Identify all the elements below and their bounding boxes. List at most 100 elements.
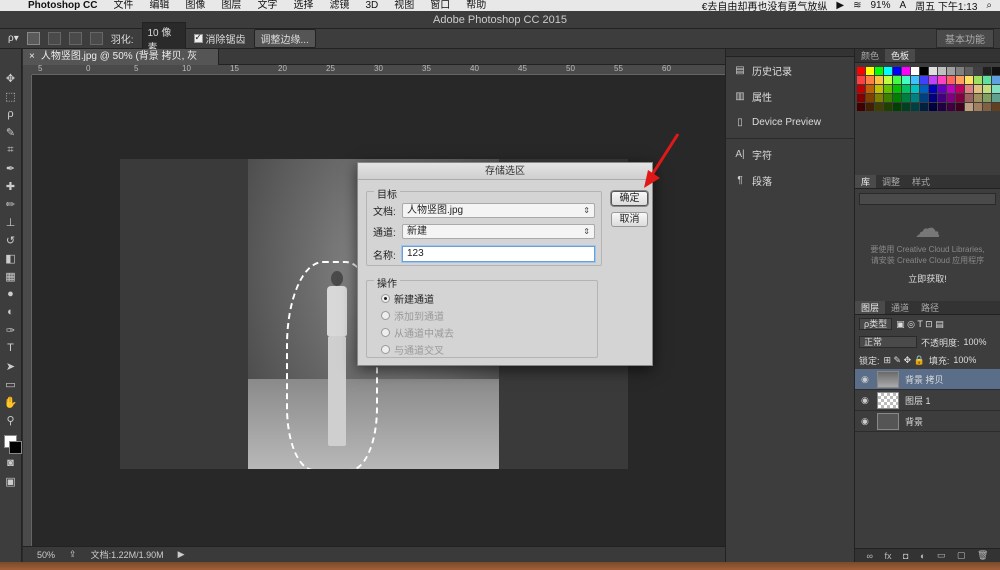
swatch[interactable] <box>902 103 910 111</box>
document-tab[interactable]: × 人物竖图.jpg @ 50% (背景 拷贝, 灰色/8#) * <box>23 49 219 78</box>
swatch[interactable] <box>893 85 901 93</box>
tab-adjustments[interactable]: 调整 <box>876 175 906 188</box>
layer-row[interactable]: ◉ 背景 拷贝 <box>855 369 1000 390</box>
swatch[interactable] <box>875 103 883 111</box>
swatch[interactable] <box>992 85 1000 93</box>
add-selection-button[interactable] <box>47 32 61 45</box>
swatch[interactable] <box>902 76 910 84</box>
swatch[interactable] <box>911 76 919 84</box>
swatch[interactable] <box>992 94 1000 102</box>
hand-tool-icon[interactable]: ✋ <box>3 393 19 411</box>
swatch[interactable] <box>929 94 937 102</box>
panel-character[interactable]: A| 字符 <box>726 141 854 167</box>
layer-filter-kind[interactable]: ρ类型 <box>859 318 893 330</box>
tab-channels[interactable]: 通道 <box>885 301 915 314</box>
subtract-selection-button[interactable] <box>68 32 82 45</box>
swatch[interactable] <box>884 94 892 102</box>
menu-app[interactable]: Photoshop CC <box>20 0 105 11</box>
intersect-selection-button[interactable] <box>89 32 103 45</box>
eyedropper-tool-icon[interactable]: ✒ <box>3 159 19 177</box>
swatch[interactable] <box>938 94 946 102</box>
shape-tool-icon[interactable]: ▭ <box>3 375 19 393</box>
vertical-ruler[interactable] <box>23 75 32 546</box>
blend-mode-select[interactable]: 正常 <box>859 336 917 348</box>
swatch[interactable] <box>956 103 964 111</box>
wifi-icon[interactable]: ≋ <box>853 0 861 11</box>
swatch[interactable] <box>857 76 865 84</box>
fill-value[interactable]: 100% <box>953 355 976 365</box>
swatch[interactable] <box>929 103 937 111</box>
swatch[interactable] <box>929 67 937 75</box>
swatch[interactable] <box>893 67 901 75</box>
swatch[interactable] <box>866 94 874 102</box>
gradient-tool-icon[interactable]: ▦ <box>3 267 19 285</box>
swatch[interactable] <box>866 85 874 93</box>
swatch[interactable] <box>866 103 874 111</box>
radio-subtract-from-channel[interactable]: 从通道中减去 <box>381 325 454 340</box>
swatch[interactable] <box>947 76 955 84</box>
stamp-tool-icon[interactable]: ⊥ <box>3 213 19 231</box>
menu-filter[interactable]: 滤镜 <box>321 0 357 11</box>
pen-tool-icon[interactable]: ✑ <box>3 321 19 339</box>
move-tool-icon[interactable]: ✥ <box>3 69 19 87</box>
swatch[interactable] <box>983 94 991 102</box>
swatch[interactable] <box>983 103 991 111</box>
swatch[interactable] <box>947 67 955 75</box>
swatch[interactable] <box>938 76 946 84</box>
fx-icon[interactable]: fx <box>884 551 891 561</box>
swatch[interactable] <box>884 85 892 93</box>
swatch[interactable] <box>884 67 892 75</box>
healing-tool-icon[interactable]: ✚ <box>3 177 19 195</box>
swatch[interactable] <box>884 103 892 111</box>
quick-select-tool-icon[interactable]: ✎ <box>3 123 19 141</box>
radio-new-channel[interactable]: 新建通道 <box>381 291 434 306</box>
name-input[interactable]: 123 <box>402 246 595 262</box>
path-select-tool-icon[interactable]: ➤ <box>3 357 19 375</box>
refine-edge-button[interactable]: 调整边缘... <box>253 29 316 48</box>
swatch[interactable] <box>911 94 919 102</box>
swatch[interactable] <box>911 85 919 93</box>
input-method[interactable]: A <box>899 0 906 11</box>
lasso-tool-icon[interactable]: ρ <box>3 105 19 123</box>
cancel-button[interactable]: 取消 <box>611 212 648 227</box>
swatch[interactable] <box>893 103 901 111</box>
swatch[interactable] <box>956 67 964 75</box>
layer-row[interactable]: ◉ 图层 1 <box>855 390 1000 411</box>
swatch[interactable] <box>956 76 964 84</box>
swatch[interactable] <box>866 76 874 84</box>
radio-add-to-channel[interactable]: 添加到通道 <box>381 308 444 323</box>
battery-percent[interactable]: 91% <box>870 0 890 11</box>
play-icon[interactable]: ▶ <box>836 0 844 11</box>
swatch[interactable] <box>857 103 865 111</box>
swatch[interactable] <box>965 94 973 102</box>
swatch[interactable] <box>902 85 910 93</box>
channel-select[interactable]: 新建 <box>402 224 595 239</box>
eraser-tool-icon[interactable]: ◧ <box>3 249 19 267</box>
ruler-corner[interactable] <box>23 65 32 75</box>
ok-button[interactable]: 确定 <box>611 191 648 206</box>
swatch[interactable] <box>956 85 964 93</box>
swatch[interactable] <box>902 67 910 75</box>
swatch[interactable] <box>857 94 865 102</box>
menu-window[interactable]: 窗口 <box>422 0 458 11</box>
panel-properties[interactable]: ▥ 属性 <box>726 83 854 109</box>
tab-layers[interactable]: 图层 <box>855 301 886 314</box>
swatch[interactable] <box>875 94 883 102</box>
swatch[interactable] <box>920 67 928 75</box>
menu-edit[interactable]: 编辑 <box>141 0 177 11</box>
swatch[interactable] <box>920 85 928 93</box>
blur-tool-icon[interactable]: ● <box>3 285 19 303</box>
swatch[interactable] <box>911 67 919 75</box>
search-icon[interactable]: ⌕ <box>986 0 992 11</box>
swatch[interactable] <box>938 85 946 93</box>
swatch[interactable] <box>911 103 919 111</box>
dodge-tool-icon[interactable]: ◐ <box>3 303 19 321</box>
menu-layer[interactable]: 图层 <box>213 0 249 11</box>
tab-color[interactable]: 颜色 <box>855 49 885 62</box>
menu-select[interactable]: 选择 <box>285 0 321 11</box>
swatch[interactable] <box>857 85 865 93</box>
swatch[interactable] <box>902 94 910 102</box>
swatches-grid[interactable] <box>855 63 1000 115</box>
workspace-switcher[interactable]: 基本功能 <box>936 29 994 48</box>
swatch[interactable] <box>920 76 928 84</box>
